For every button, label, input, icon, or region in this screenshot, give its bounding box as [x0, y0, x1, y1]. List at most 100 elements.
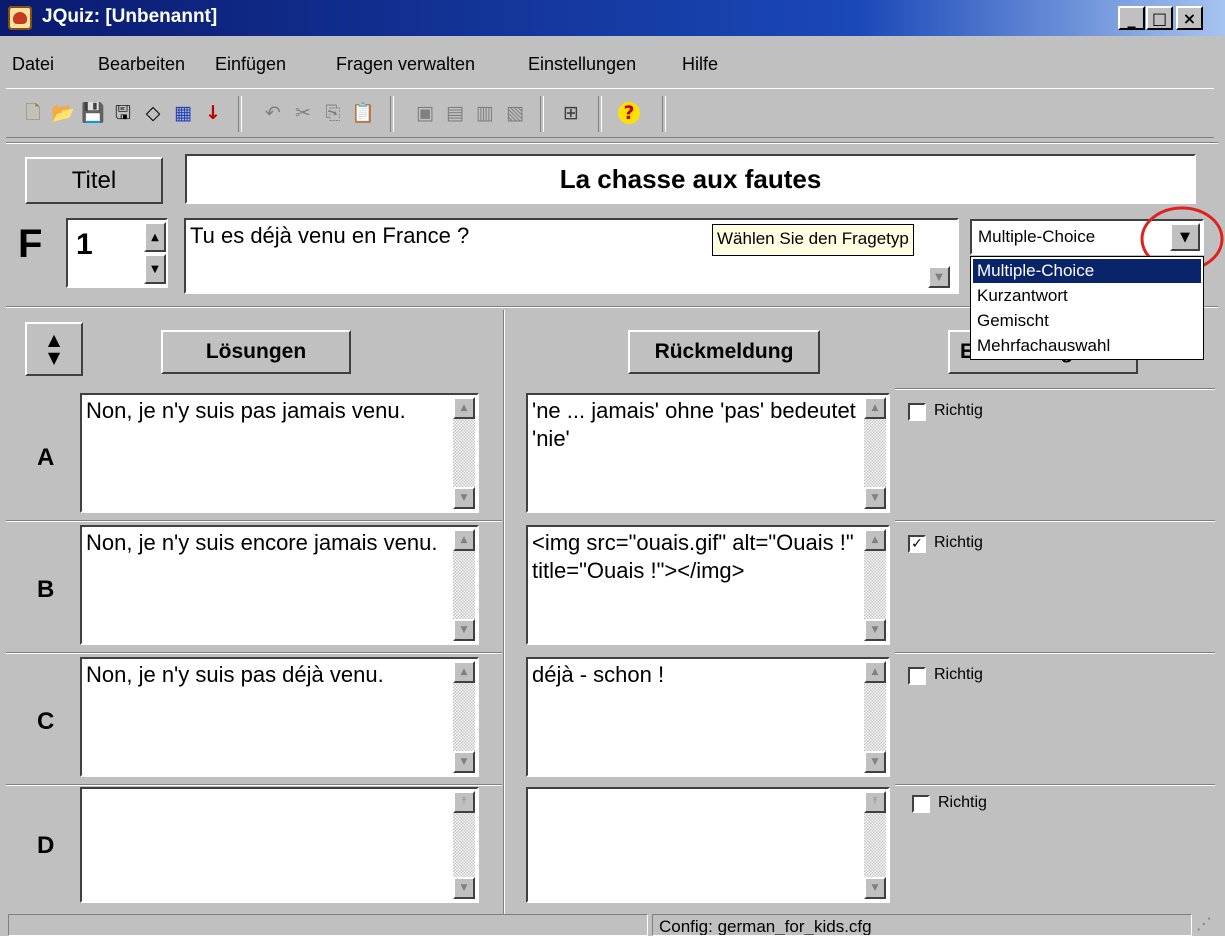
scroll-down-icon[interactable]: ▼ — [864, 751, 886, 773]
scroll-up-icon[interactable]: ▲ — [864, 397, 886, 419]
option-gemischt[interactable]: Gemischt — [973, 309, 1201, 333]
panel-divider — [503, 310, 505, 914]
reorder-down-icon[interactable]: ▼ — [48, 349, 60, 367]
scroll-down-icon[interactable]: ▼ — [453, 619, 475, 641]
solutions-button[interactable]: Lösungen — [161, 330, 351, 374]
feedback-field-b[interactable]: <img src="ouais.gif" alt="Ouais !" title… — [526, 525, 890, 645]
scroll-down-icon[interactable]: ▼ — [864, 487, 886, 509]
row-label-d: D — [37, 832, 55, 859]
scroll-up-icon[interactable]: ▲ — [453, 661, 475, 683]
menu-einfuegen[interactable]: Einfügen — [215, 54, 286, 75]
scroll-down-icon[interactable]: ▼ — [928, 266, 950, 288]
minimize-button[interactable]: _ — [1118, 6, 1145, 30]
divider — [895, 652, 1215, 654]
save-icon[interactable]: 💾 — [80, 100, 106, 126]
divider — [6, 142, 1218, 144]
option-mehrfachauswahl[interactable]: Mehrfachauswahl — [973, 334, 1201, 358]
divider — [895, 784, 1215, 786]
feedback-field-a[interactable]: 'ne ... jamais' ohne 'pas' bedeutet 'nie… — [526, 393, 890, 513]
scroll-down-icon[interactable]: ▼ — [453, 751, 475, 773]
scroll-up-icon[interactable]: ▲ — [864, 529, 886, 551]
menu-einstellungen[interactable]: Einstellungen — [528, 54, 636, 75]
copy-icon[interactable]: ⎘ — [320, 100, 346, 126]
quiz-title-field[interactable]: La chasse aux fautes — [185, 154, 1196, 204]
scroll-top-icon[interactable]: ⤒ — [453, 791, 475, 813]
scrollbar[interactable]: ⤒ ▼ — [864, 791, 886, 899]
maximize-button[interactable]: □ — [1146, 6, 1173, 30]
reorder-stepper[interactable]: ▲ ▼ — [25, 322, 83, 376]
question-number: 1 — [76, 228, 93, 261]
scrollbar[interactable]: ▲ ▼ — [864, 661, 886, 773]
reorder-up-icon[interactable]: ▲ — [48, 331, 60, 349]
answer-field-c[interactable]: Non, je n'y suis pas déjà venu. ▲ ▼ — [80, 657, 479, 777]
resize-grip-icon[interactable]: ⋰ — [1196, 914, 1212, 933]
answer-text-b: Non, je n'y suis encore jamais venu. — [86, 530, 438, 555]
divider — [895, 520, 1215, 522]
scroll-top-icon[interactable]: ⤒ — [864, 791, 886, 813]
new-file-icon[interactable]: 🗋 — [20, 100, 46, 126]
status-pane-main — [8, 914, 648, 936]
correct-checkbox-d[interactable] — [912, 795, 930, 813]
undo-icon[interactable]: ↶ — [260, 100, 286, 126]
scrollbar[interactable]: ▲ ▼ — [453, 661, 475, 773]
question-tool-2-icon[interactable]: ▤ — [442, 100, 468, 126]
app-icon[interactable] — [8, 6, 32, 30]
answer-text-c: Non, je n'y suis pas déjà venu. — [86, 662, 384, 687]
scroll-down-icon[interactable]: ▼ — [453, 877, 475, 899]
scrollbar[interactable]: ▲ ▼ — [453, 397, 475, 509]
feedback-field-d[interactable]: ⤒ ▼ — [526, 787, 890, 903]
question-type-tooltip: Wählen Sie den Fragetyp — [712, 224, 914, 256]
option-multiple-choice[interactable]: Multiple-Choice — [973, 259, 1201, 283]
question-type-dropdown[interactable]: Multiple-Choice Kurzantwort Gemischt Meh… — [970, 256, 1204, 360]
title-button[interactable]: Titel — [25, 157, 163, 204]
row-label-b: B — [37, 576, 55, 603]
question-label: F — [18, 222, 43, 266]
correct-checkbox-b[interactable]: ✓ — [908, 535, 926, 553]
toolbar-separator — [238, 96, 242, 132]
answer-field-a[interactable]: Non, je n'y suis pas jamais venu. ▲ ▼ — [80, 393, 479, 513]
colors-icon[interactable]: ⊞ — [558, 100, 584, 126]
cut-icon[interactable]: ✂ — [290, 100, 316, 126]
feedback-text-c: déjà - schon ! — [532, 662, 665, 687]
correct-label-c: Richtig — [934, 666, 983, 683]
scroll-down-icon[interactable]: ▼ — [864, 619, 886, 641]
menu-fragen-verwalten[interactable]: Fragen verwalten — [336, 54, 475, 75]
toolbar-separator — [390, 96, 394, 132]
scroll-up-icon[interactable]: ▲ — [864, 661, 886, 683]
scroll-down-icon[interactable]: ▼ — [864, 877, 886, 899]
stepper-up-icon[interactable]: ▲ — [144, 222, 166, 252]
open-folder-icon[interactable]: 📂 — [50, 100, 76, 126]
question-tool-4-icon[interactable]: ▧ — [502, 100, 528, 126]
menu-bearbeiten[interactable]: Bearbeiten — [98, 54, 185, 75]
answer-field-b[interactable]: Non, je n'y suis encore jamais venu. ▲ ▼ — [80, 525, 479, 645]
question-tool-1-icon[interactable]: ▣ — [412, 100, 438, 126]
close-button[interactable]: × — [1176, 6, 1203, 30]
arrow-down-icon[interactable]: ↓ — [200, 100, 226, 126]
scrollbar[interactable]: ▲ ▼ — [864, 397, 886, 509]
answer-field-d[interactable]: ⤒ ▼ — [80, 787, 479, 903]
help-icon[interactable]: ? — [618, 102, 640, 124]
menu-hilfe[interactable]: Hilfe — [682, 54, 718, 75]
scroll-up-icon[interactable]: ▲ — [453, 529, 475, 551]
feedback-field-c[interactable]: déjà - schon ! ▲ ▼ — [526, 657, 890, 777]
save-as-icon[interactable]: 🖫 — [110, 100, 136, 126]
feedback-text-d — [528, 789, 888, 791]
question-number-stepper[interactable]: 1 ▲ ▼ — [66, 218, 168, 288]
feedback-button[interactable]: Rückmeldung — [628, 330, 820, 374]
option-kurzantwort[interactable]: Kurzantwort — [973, 284, 1201, 308]
scroll-up-icon[interactable]: ▲ — [453, 397, 475, 419]
correct-checkbox-a[interactable] — [908, 403, 926, 421]
divider — [6, 520, 502, 522]
correct-checkbox-c[interactable] — [908, 667, 926, 685]
paste-icon[interactable]: 📋 — [350, 100, 376, 126]
scroll-down-icon[interactable]: ▼ — [453, 487, 475, 509]
question-tool-3-icon[interactable]: ▥ — [472, 100, 498, 126]
stepper-down-icon[interactable]: ▼ — [144, 254, 166, 284]
menu-datei[interactable]: Datei — [12, 54, 54, 75]
scrollbar[interactable]: ▲ ▼ — [453, 529, 475, 641]
eraser-icon[interactable]: ◇ — [140, 100, 166, 126]
scrollbar[interactable]: ⤒ ▼ — [453, 791, 475, 899]
toolbar-separator — [540, 96, 544, 132]
web-export-icon[interactable]: ▦ — [170, 100, 196, 126]
scrollbar[interactable]: ▲ ▼ — [864, 529, 886, 641]
